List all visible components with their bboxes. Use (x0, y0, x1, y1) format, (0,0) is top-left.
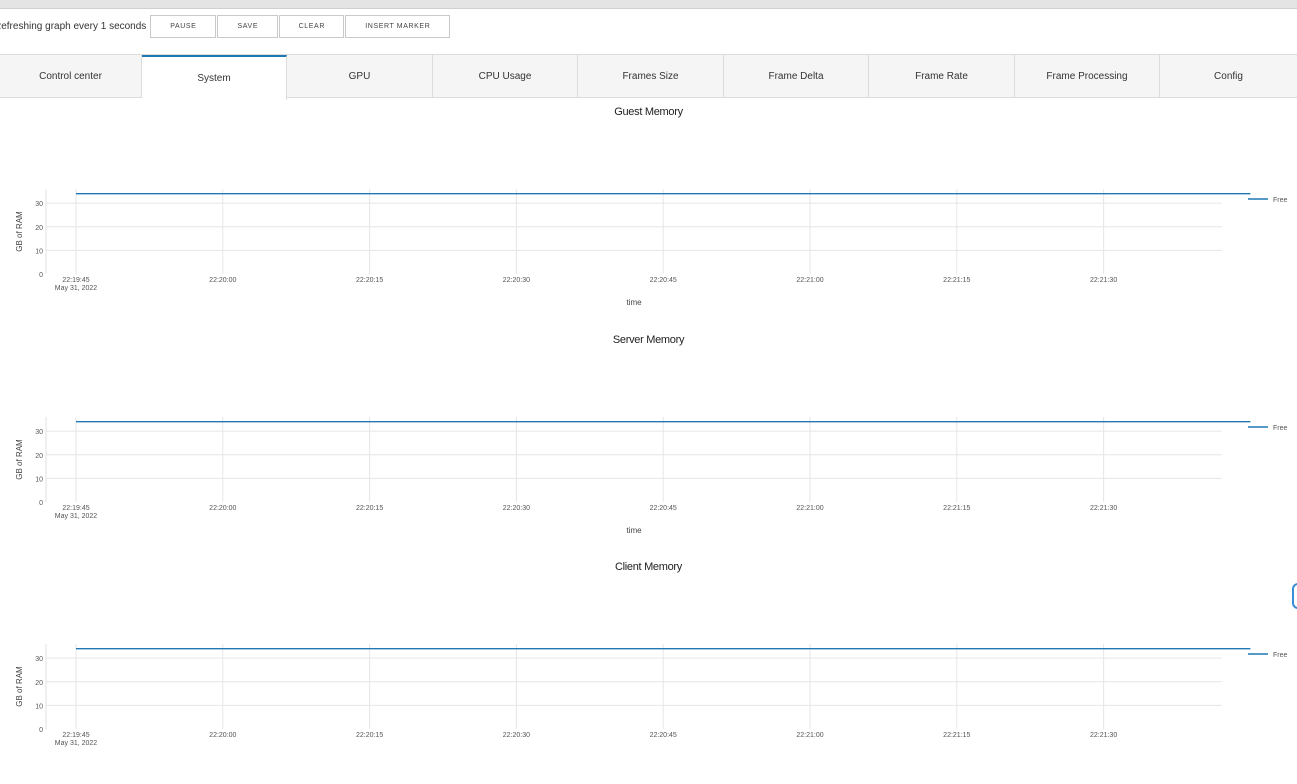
x-tick-label: 22:21:30 (1090, 505, 1117, 512)
x-date-label: May 31, 2022 (55, 513, 98, 520)
guest-memory-chart: Guest Memory 0 10 20 30 22:19:45 May 31, 2022… (0, 106, 1297, 329)
tab-label: Frame Delta (768, 70, 824, 82)
y-axis-label: GB of RAM (15, 439, 24, 480)
y-tick-label: 30 (35, 429, 43, 436)
x-tick-label: 22:20:15 (356, 732, 383, 739)
client-memory-chart: Client Memory 0 10 20 30 22:19:45 May 31, 202… (0, 561, 1297, 784)
x-date-label: May 31, 2022 (55, 285, 98, 292)
refresh-status-text: Refreshing graph every 1 seconds (0, 21, 147, 32)
y-tick-label: 30 (35, 201, 43, 208)
x-tick-label: 22:20:15 (356, 277, 383, 284)
x-tick-label: 22:20:15 (356, 505, 383, 512)
y-tick-label: 30 (35, 656, 43, 663)
tab-label: Frame Rate (915, 70, 968, 82)
x-tick-label: 22:19:45 (62, 732, 89, 739)
x-tick-label: 22:20:30 (503, 732, 530, 739)
tab-frame-rate[interactable]: Frame Rate (869, 55, 1015, 97)
y-tick-label: 20 (35, 680, 43, 687)
x-tick-label: 22:20:30 (503, 505, 530, 512)
tab-label: Frame Processing (1046, 70, 1128, 82)
x-tick-label: 22:21:00 (796, 277, 823, 284)
x-tick-label: 22:21:15 (943, 505, 970, 512)
legend-label: Free (1273, 652, 1288, 659)
legend-label: Free (1273, 425, 1288, 432)
y-tick-label: 20 (35, 453, 43, 460)
tab-gpu[interactable]: GPU (287, 55, 433, 97)
tab-frame-processing[interactable]: Frame Processing (1015, 55, 1160, 97)
x-tick-label: 22:20:00 (209, 505, 236, 512)
tab-system[interactable]: System (142, 55, 287, 100)
x-axis-label: time (626, 298, 642, 307)
guest-memory-plot: 0 10 20 30 22:19:45May 31, 2022 22:20:00 22:20… (15, 189, 1288, 307)
x-tick-label: 22:19:45 (62, 505, 89, 512)
client-memory-plot: 0 10 20 30 22:19:45May 31, 2022 22:20:00 22:20… (15, 644, 1288, 747)
x-tick-label: 22:21:00 (796, 505, 823, 512)
y-axis-label: GB of RAM (15, 211, 24, 252)
x-tick-label: 22:20:45 (650, 505, 677, 512)
side-panel-handle[interactable] (1292, 583, 1297, 609)
x-tick-label: 22:21:30 (1090, 732, 1117, 739)
x-tick-label: 22:20:45 (650, 277, 677, 284)
server-memory-chart: Server Memory 0 10 20 30 22:19:45 May 31, 202… (0, 334, 1297, 557)
x-tick-label: 22:20:45 (650, 732, 677, 739)
y-tick-label: 20 (35, 225, 43, 232)
y-tick-label: 10 (35, 248, 43, 255)
x-tick-label: 22:19:45 (62, 277, 89, 284)
toolbar: Refreshing graph every 1 seconds PAUSE S… (0, 14, 451, 39)
tab-label: CPU Usage (478, 70, 532, 82)
tab-label: GPU (348, 70, 371, 82)
tab-label: Frames Size (622, 70, 679, 82)
tab-label: System (197, 73, 231, 84)
window-top-bar (0, 0, 1297, 9)
y-tick-label: 0 (39, 727, 43, 734)
x-date-label: May 31, 2022 (55, 740, 98, 747)
x-tick-label: 22:21:30 (1090, 277, 1117, 284)
server-memory-plot: 0 10 20 30 22:19:45May 31, 2022 22:20:00 22:20… (15, 417, 1288, 535)
tab-bar: Control center System GPU CPU Usage Fram… (0, 54, 1297, 100)
y-tick-label: 0 (39, 500, 43, 507)
y-tick-label: 10 (35, 476, 43, 483)
x-tick-label: 22:20:00 (209, 732, 236, 739)
tab-label: Control center (39, 70, 102, 82)
insert-marker-button[interactable]: INSERT MARKER (345, 15, 451, 38)
x-tick-label: 22:21:00 (796, 732, 823, 739)
tab-control-center[interactable]: Control center (0, 55, 142, 97)
tab-cpu-usage[interactable]: CPU Usage (433, 55, 578, 97)
y-tick-label: 10 (35, 703, 43, 710)
x-tick-label: 22:20:00 (209, 277, 236, 284)
tab-config[interactable]: Config (1160, 55, 1297, 97)
y-axis-label: GB of RAM (15, 666, 24, 707)
clear-button[interactable]: CLEAR (279, 15, 345, 38)
tab-frames-size[interactable]: Frames Size (578, 55, 724, 97)
x-tick-label: 22:21:15 (943, 732, 970, 739)
x-tick-label: 22:20:30 (503, 277, 530, 284)
save-button[interactable]: SAVE (217, 15, 279, 38)
legend-label: Free (1273, 197, 1288, 204)
y-tick-label: 0 (39, 272, 43, 279)
pause-button[interactable]: PAUSE (150, 15, 217, 38)
tab-label: Config (1214, 70, 1243, 82)
tab-frame-delta[interactable]: Frame Delta (724, 55, 869, 97)
x-tick-label: 22:21:15 (943, 277, 970, 284)
x-axis-label: time (626, 526, 642, 535)
